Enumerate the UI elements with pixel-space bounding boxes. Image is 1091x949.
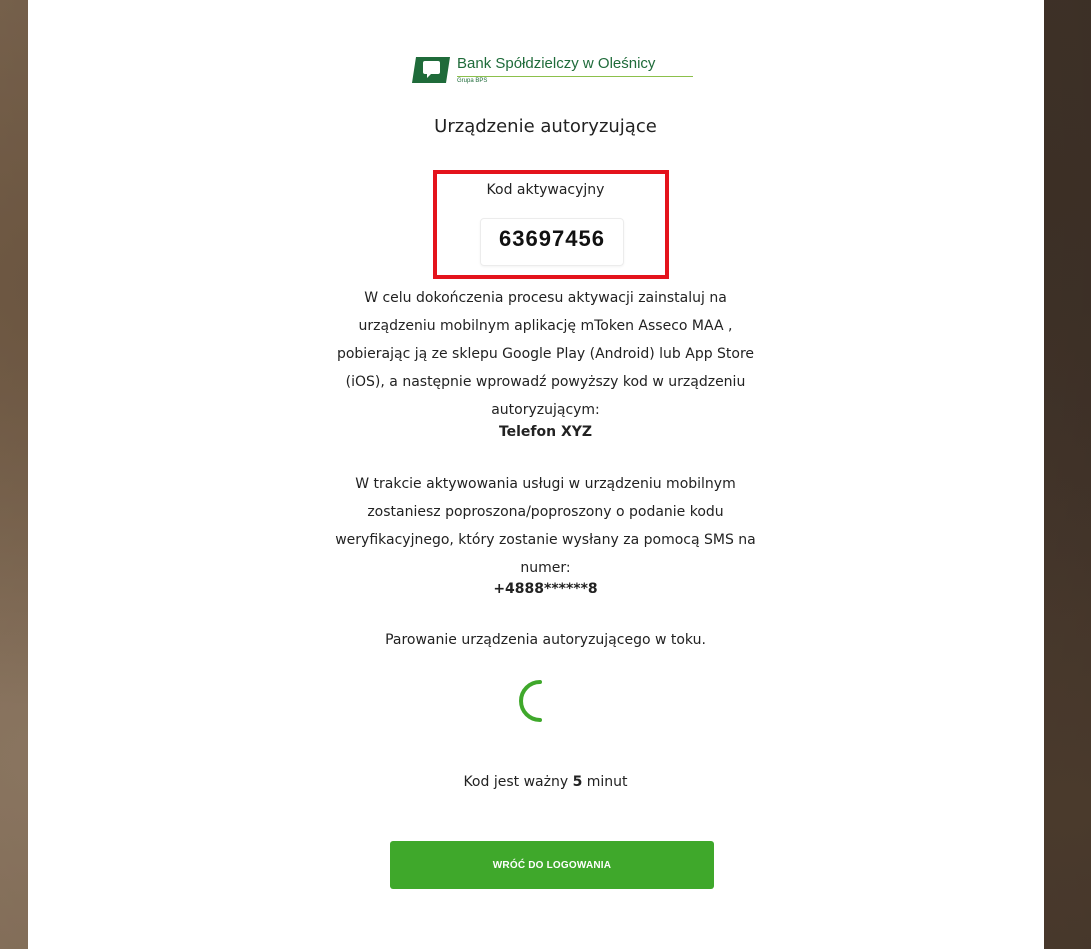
instruction-line-3: pobierając ją ze sklepu Google Play (And… — [336, 346, 755, 362]
instruction-line-5: autoryzującym: — [491, 402, 600, 418]
instruction-line-4: (iOS), a następnie wprowadź powyższy kod… — [345, 374, 746, 390]
code-validity-minutes: 5 — [572, 774, 583, 790]
logo-underline — [457, 76, 693, 77]
code-validity: Kod jest ważny 5 minut — [0, 774, 1091, 790]
activation-code: 63697456 — [499, 226, 605, 251]
page-title: Urządzenie autoryzujące — [434, 116, 657, 137]
bank-logo-mark-icon — [412, 57, 450, 83]
back-to-login-button[interactable]: WRÓĆ DO LOGOWANIA — [390, 841, 714, 889]
sms-info-line-1: W trakcie aktywowania usługi w urządzeni… — [355, 476, 736, 492]
sms-info-line-2: zostaniesz poproszona/poproszony o podan… — [367, 504, 724, 520]
pairing-status: Parowanie urządzenia autoryzującego w to… — [385, 632, 706, 648]
sms-info-line-4: numer: — [520, 560, 571, 576]
loading-spinner-icon — [519, 680, 542, 722]
sms-info-line-3: weryfikacyjnego, który zostanie wysłany … — [335, 532, 756, 548]
device-name: Telefon XYZ — [498, 424, 593, 440]
activation-code-label: Kod aktywacyjny — [486, 182, 605, 198]
instruction-line-1: W celu dokończenia procesu aktywacji zai… — [364, 290, 727, 306]
bank-logo: Bank Spółdzielczy w Oleśnicy Grupa BPS — [412, 54, 693, 88]
main-panel — [28, 0, 1044, 949]
bank-group: Grupa BPS — [457, 78, 488, 84]
phone-number: +4888******8 — [493, 581, 598, 597]
instruction-line-2: urządzeniu mobilnym aplikację mToken Ass… — [358, 318, 733, 334]
bank-name: Bank Spółdzielczy w Oleśnicy — [457, 55, 656, 72]
code-validity-prefix: Kod jest ważny — [463, 774, 569, 790]
code-validity-suffix: minut — [586, 774, 628, 790]
